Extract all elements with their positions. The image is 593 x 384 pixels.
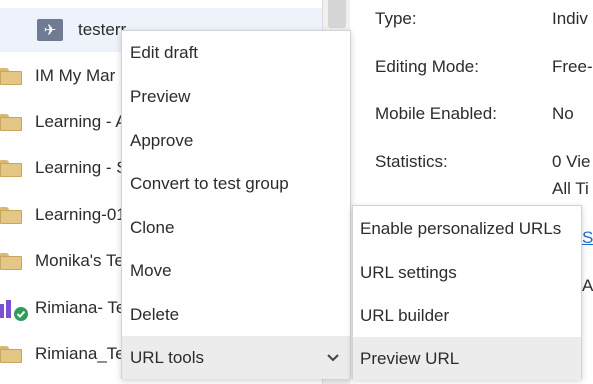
editing-mode-value: Free- — [552, 57, 593, 76]
submenu-item-url-builder[interactable]: URL builder — [353, 294, 581, 337]
property-fragment: A — [582, 276, 593, 295]
tree-item-label: Learning - S — [35, 158, 128, 177]
editing-mode-label: Editing Mode: — [375, 57, 479, 76]
scrollbar-thumb[interactable] — [328, 0, 346, 28]
folder-icon — [0, 345, 22, 363]
menu-item-url-tools-label: URL tools — [130, 347, 205, 367]
menu-item-delete[interactable]: Delete — [122, 293, 350, 336]
folder-icon — [0, 206, 22, 224]
tree-item-label: Monika's Te — [35, 251, 124, 270]
mobile-enabled-label: Mobile Enabled: — [375, 104, 497, 123]
folder-icon — [0, 252, 22, 270]
menu-item-url-tools[interactable]: URL tools — [122, 336, 350, 379]
tree-item-label: IM My Mar — [35, 66, 116, 85]
statistics-value: 0 Vie — [552, 152, 591, 171]
type-value: Indiv — [552, 9, 588, 28]
context-menu: Edit draft Preview Approve Convert to te… — [121, 30, 351, 379]
statistics-label: Statistics: — [375, 152, 448, 171]
tree-item-label: Rimiana- Te — [35, 298, 126, 317]
tree-item-label: testerr — [78, 20, 127, 39]
tree-item-label: Rimiana_Te — [35, 344, 125, 363]
tree-item-label: Learning-01 — [35, 205, 126, 224]
menu-item-clone[interactable]: Clone — [122, 206, 350, 249]
statistics-link[interactable]: Se — [582, 228, 593, 248]
menu-item-convert-to-test-group[interactable]: Convert to test group — [122, 162, 350, 205]
menu-item-approve[interactable]: Approve — [122, 119, 350, 162]
submenu-item-url-settings[interactable]: URL settings — [353, 251, 581, 294]
menu-item-edit-draft[interactable]: Edit draft — [122, 31, 350, 74]
tree-item-label: Learning - A — [35, 112, 127, 131]
chevron-down-icon — [327, 354, 339, 362]
mobile-enabled-value: No — [552, 104, 574, 123]
folder-icon — [0, 67, 22, 85]
url-tools-submenu: Enable personalized URLs URL settings UR… — [352, 205, 582, 380]
submenu-item-preview-url[interactable]: Preview URL — [353, 337, 581, 380]
menu-item-preview[interactable]: Preview — [122, 75, 350, 118]
activity-icon: ✈ — [37, 19, 63, 41]
type-label: Type: — [375, 9, 417, 28]
statistics-period: All Ti — [552, 179, 589, 198]
submenu-item-enable-personalized-urls[interactable]: Enable personalized URLs — [353, 207, 581, 250]
people-icon — [0, 300, 28, 321]
folder-icon — [0, 113, 22, 131]
menu-item-move[interactable]: Move — [122, 249, 350, 292]
folder-icon — [0, 159, 22, 177]
